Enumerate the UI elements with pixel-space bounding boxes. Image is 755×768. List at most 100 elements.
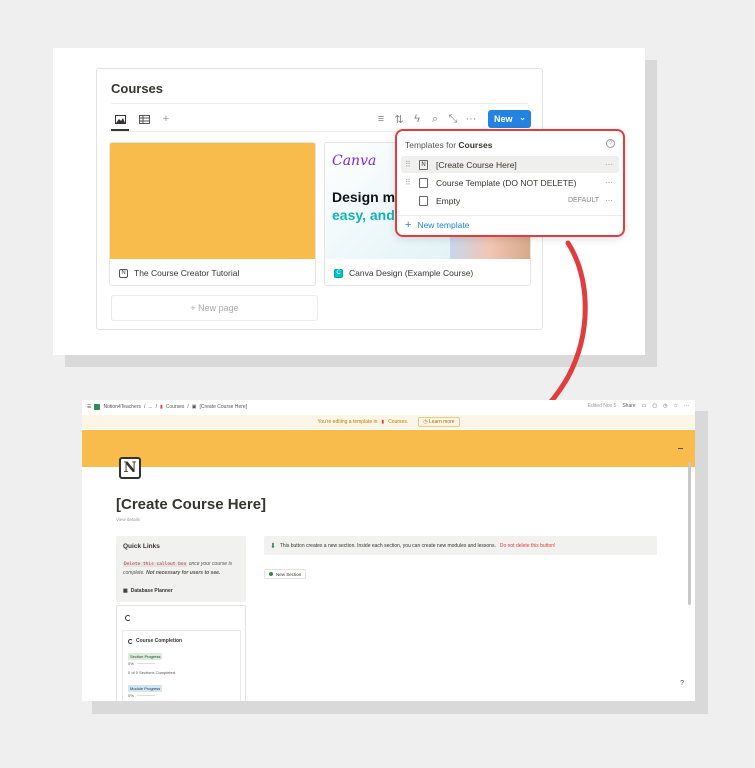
- star-icon[interactable]: ☆: [674, 403, 678, 409]
- template-item[interactable]: Empty DEFAULT ···: [401, 192, 619, 209]
- template-item[interactable]: ⠿ N [Create Course Here] ···: [401, 156, 619, 173]
- divider: [397, 215, 623, 216]
- database-planner-link[interactable]: ▦ Database Planner: [123, 588, 173, 594]
- filter-icon[interactable]: ≡: [375, 113, 387, 125]
- templates-heading-prefix: Templates for: [405, 140, 457, 150]
- default-badge: DEFAULT: [568, 197, 599, 204]
- clock-icon: ◷: [423, 419, 428, 425]
- more-icon[interactable]: ···: [684, 403, 689, 409]
- database-icon: ▦: [123, 588, 128, 594]
- drag-handle-icon[interactable]: ⠿: [405, 160, 415, 169]
- section-percent: 0%: [128, 661, 134, 666]
- breadcrumb-item[interactable]: [Create Course Here]: [199, 404, 247, 410]
- module-progress: 0%: [128, 693, 155, 698]
- drag-handle-icon[interactable]: ⠿: [405, 178, 415, 187]
- breadcrumb-item[interactable]: Courses: [166, 404, 185, 410]
- gallery-view-icon[interactable]: [113, 113, 127, 125]
- page-title[interactable]: [Create Course Here]: [116, 496, 266, 513]
- canva-page-icon: C: [334, 268, 343, 278]
- new-section-callout: ⬇ This button creates a new section. Ins…: [264, 536, 657, 555]
- clock-icon[interactable]: ◷: [663, 403, 667, 409]
- more-icon[interactable]: ···: [605, 178, 619, 187]
- card-title-text: The Course Creator Tutorial: [134, 268, 240, 278]
- progress-card: Course Completion Section Progress 0% 0 …: [116, 605, 246, 701]
- breadcrumb-item[interactable]: Notion4Teachers: [103, 404, 141, 410]
- sort-icon[interactable]: ⇅: [393, 113, 405, 126]
- inline-code: Delete this callout box: [123, 562, 188, 567]
- more-icon[interactable]: ···: [465, 113, 477, 125]
- note-emphasis: Not necessary for users to see.: [146, 570, 221, 576]
- scrollbar[interactable]: [688, 462, 691, 605]
- expand-icon[interactable]: ⤡: [447, 113, 459, 126]
- add-view-icon[interactable]: +: [159, 113, 173, 125]
- minimize-icon[interactable]: [678, 448, 683, 449]
- module-percent: 0%: [128, 693, 134, 698]
- banner-db[interactable]: Courses.: [388, 419, 408, 425]
- table-view-icon[interactable]: [137, 113, 151, 125]
- completion-heading: Course Completion: [128, 638, 182, 644]
- link-label: Database Planner: [130, 588, 173, 594]
- sidebar-icon[interactable]: ▭: [642, 403, 647, 409]
- progress-ring-icon: [128, 638, 133, 644]
- divider: [111, 103, 528, 104]
- template-name: Course Template (DO NOT DELETE): [436, 177, 577, 188]
- database-title[interactable]: Courses: [111, 81, 163, 96]
- automation-bolt-icon[interactable]: ϟ: [411, 113, 423, 125]
- new-page-button[interactable]: + New page: [111, 295, 318, 321]
- book-icon: ▮: [159, 404, 163, 410]
- menu-icon[interactable]: ☰: [87, 404, 91, 410]
- share-button[interactable]: Share: [622, 403, 635, 409]
- view-details-link[interactable]: View details: [116, 517, 140, 522]
- breadcrumb-item[interactable]: ...: [148, 404, 152, 410]
- card-title: C Canva Design (Example Course): [334, 268, 473, 278]
- section-count: 0 of 0 Sections Completed.: [128, 670, 177, 675]
- section-progress-tag: Section Progress: [128, 653, 163, 660]
- chevron-down-icon[interactable]: ⌄: [519, 113, 526, 122]
- breadcrumb-separator: /: [144, 404, 146, 410]
- plus-icon: +: [405, 219, 412, 231]
- new-section-button[interactable]: New Section: [264, 569, 307, 579]
- bottom-panel: ☰ Notion4Teachers / ... / ▮ Courses / ▣ …: [82, 400, 695, 701]
- plus-circle-icon: [269, 572, 273, 576]
- new-template-button[interactable]: + New template: [405, 219, 469, 231]
- search-icon[interactable]: ⌕: [429, 113, 441, 126]
- quick-links-callout: Quick Links Delete this callout box once…: [116, 536, 246, 602]
- book-icon: ▮: [381, 419, 385, 425]
- notion-page-icon: ▣: [191, 404, 197, 410]
- page-icon: [419, 195, 428, 206]
- quick-links-heading: Quick Links: [123, 543, 160, 550]
- help-icon[interactable]: ?: [606, 139, 615, 148]
- canva-logo: Canva: [332, 153, 377, 169]
- new-button[interactable]: New ⌄: [488, 110, 531, 128]
- learn-more-button[interactable]: ◷ Learn more: [418, 417, 460, 427]
- page-topbar: ☰ Notion4Teachers / ... / ▮ Courses / ▣ …: [82, 400, 695, 414]
- topbar-actions: Edited Nov 5 Share ▭ ▢ ◷ ☆ ···: [588, 403, 689, 409]
- new-section-label: New Section: [276, 571, 302, 577]
- page-icon: [419, 177, 428, 188]
- comment-icon[interactable]: ▢: [652, 403, 657, 409]
- workspace-icon: [94, 404, 101, 410]
- notion-page-icon: N: [419, 159, 428, 170]
- gallery-card[interactable]: N The Course Creator Tutorial: [109, 142, 316, 286]
- section-progress: 0%: [128, 661, 155, 666]
- banner-text: You're editing a template in: [317, 419, 378, 425]
- page-cover: [82, 430, 695, 467]
- more-icon[interactable]: ···: [605, 160, 619, 169]
- cover-headline: easy, and: [332, 207, 395, 223]
- more-icon[interactable]: ···: [605, 196, 619, 205]
- card-title: N The Course Creator Tutorial: [119, 268, 239, 278]
- templates-heading-db: Courses: [458, 140, 493, 150]
- template-name: Empty: [436, 195, 461, 206]
- cover-headline: Design m: [332, 189, 396, 205]
- module-progress-tag: Module Progress: [128, 685, 163, 692]
- notion-logo-icon[interactable]: N: [119, 457, 141, 479]
- quick-links-note: Delete this callout box once your course…: [123, 560, 241, 577]
- learn-more-label: Learn more: [428, 419, 455, 425]
- template-name: [Create Course Here]: [436, 159, 517, 170]
- progress-bar: [136, 695, 155, 696]
- help-button[interactable]: ?: [680, 680, 684, 687]
- breadcrumb-separator: /: [155, 404, 157, 410]
- breadcrumb: ☰ Notion4Teachers / ... / ▮ Courses / ▣ …: [87, 404, 247, 410]
- edited-timestamp: Edited Nov 5: [587, 403, 617, 409]
- template-item[interactable]: ⠿ Course Template (DO NOT DELETE) ···: [401, 174, 619, 191]
